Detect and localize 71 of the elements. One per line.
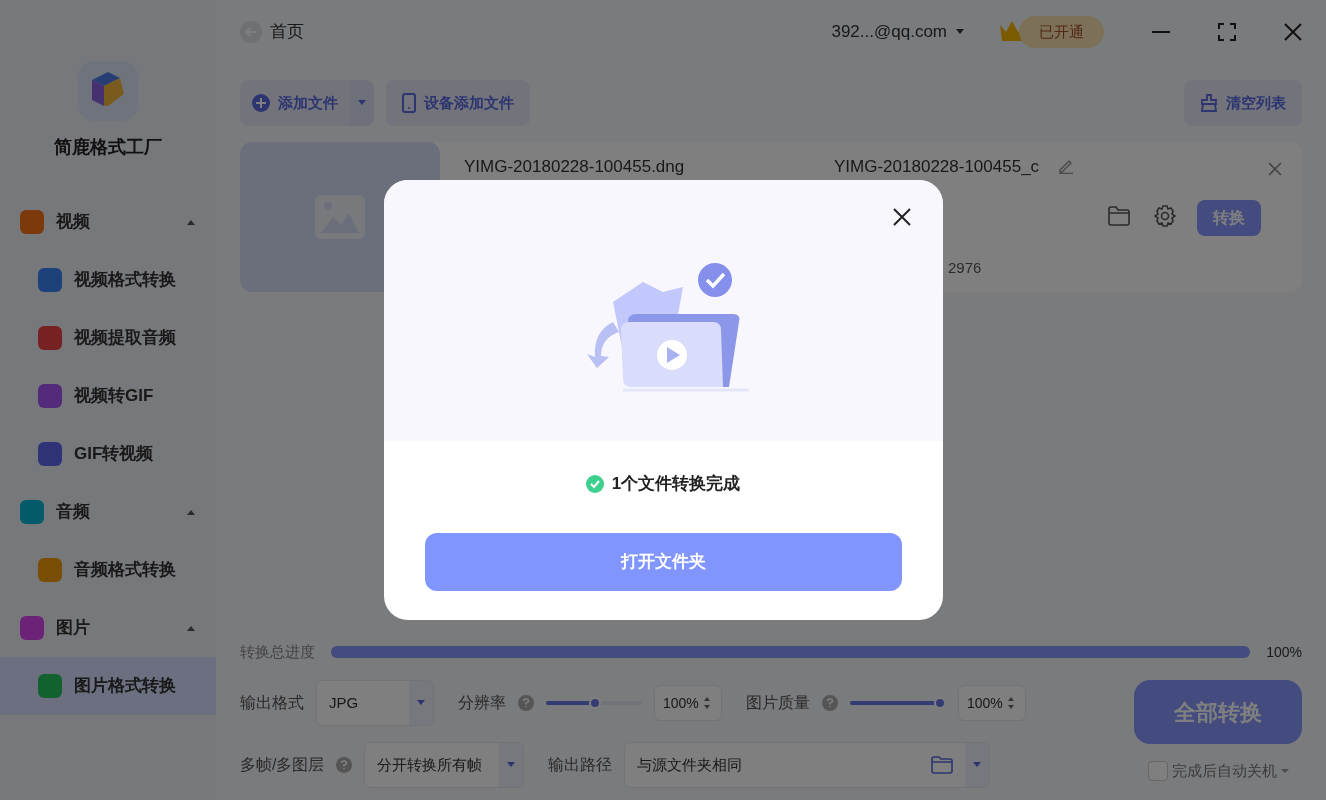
checkbox[interactable] xyxy=(1147,761,1168,782)
collapse-caret-icon xyxy=(186,625,196,631)
clear-list-button[interactable]: 清空列表 xyxy=(1184,80,1302,126)
frames-select[interactable]: 分开转换所有帧 xyxy=(364,742,525,788)
feature-icon xyxy=(38,268,62,292)
stepper-icon[interactable] xyxy=(702,696,711,710)
sidebar-item[interactable]: 视频转GIF xyxy=(0,367,216,425)
stepper-icon[interactable] xyxy=(1006,696,1015,710)
sidebar-group[interactable]: 音频 xyxy=(0,483,216,541)
output-path-field[interactable]: 与源文件夹相同 xyxy=(624,742,991,788)
open-folder-button[interactable]: 打开文件夹 xyxy=(424,532,902,591)
sidebar-item[interactable]: 音频格式转换 xyxy=(0,541,216,599)
help-icon xyxy=(336,757,353,773)
folder-icon[interactable] xyxy=(1108,206,1130,226)
app-logo xyxy=(77,60,139,122)
setting-label: 多帧/多图层 xyxy=(240,755,325,775)
caret-icon xyxy=(955,29,965,35)
format-select[interactable]: JPG xyxy=(316,680,434,726)
add-file-menu-button[interactable] xyxy=(350,80,374,126)
sidebar-item[interactable]: 视频提取音频 xyxy=(0,309,216,367)
add-icon xyxy=(252,94,270,112)
help-icon xyxy=(518,695,534,711)
collapse-caret-icon xyxy=(186,509,196,515)
progress-reading: 100% xyxy=(1266,643,1302,662)
setting-label: 分辨率 xyxy=(458,693,506,713)
sidebar-item[interactable]: 图片格式转换 xyxy=(0,657,216,715)
feature-icon xyxy=(38,442,62,466)
maximize-icon[interactable] xyxy=(1218,23,1236,41)
app-name: 简鹿格式工厂 xyxy=(54,136,162,159)
sidebar-group[interactable]: 视频 xyxy=(0,193,216,251)
setting-label: 输出路径 xyxy=(548,755,613,775)
vip-badge[interactable]: 已开通 xyxy=(1019,16,1104,48)
dropdown-caret-icon xyxy=(416,700,426,706)
file-name: YIMG-20180228-100455.dng xyxy=(464,156,685,178)
phone-icon xyxy=(402,93,416,113)
sidebar-group[interactable]: 图片 xyxy=(0,599,216,657)
feature-icon xyxy=(38,384,62,408)
folder-icon xyxy=(931,756,954,774)
category-icon xyxy=(20,210,44,234)
collapse-caret-icon xyxy=(186,219,196,225)
category-icon xyxy=(20,500,44,524)
success-check-icon xyxy=(585,474,604,493)
progress-label: 转换总进度 xyxy=(240,641,315,662)
edit-icon[interactable] xyxy=(1058,158,1074,174)
slider[interactable] xyxy=(546,697,642,709)
feature-icon xyxy=(38,326,62,350)
device-add-button[interactable]: 设备添加文件 xyxy=(386,80,530,126)
output-file-name: YIMG-20180228-100455_c xyxy=(834,156,1040,178)
dropdown-caret-icon xyxy=(972,762,983,768)
number-field[interactable]: 100% xyxy=(958,685,1026,721)
file-detail: 2976 xyxy=(948,258,982,278)
sidebar-item[interactable]: GIF转视频 xyxy=(0,425,216,483)
number-field[interactable]: 100% xyxy=(654,685,722,721)
feature-icon xyxy=(38,558,62,582)
category-icon xyxy=(20,616,44,640)
broom-icon xyxy=(1200,94,1218,112)
home-link[interactable]: 首页 xyxy=(270,19,304,45)
auto-shutdown-label: 完成后自动关机 xyxy=(1171,761,1277,781)
setting-label: 图片质量 xyxy=(746,693,810,713)
dropdown-caret-icon xyxy=(506,762,517,768)
completion-message: 1个文件转换完成 xyxy=(611,473,741,495)
slider[interactable] xyxy=(850,697,946,709)
setting-label: 输出格式 xyxy=(240,693,304,713)
settings-icon[interactable] xyxy=(1154,205,1176,227)
dropdown-caret-icon xyxy=(357,100,367,106)
account-menu[interactable]: 392...@qq.com xyxy=(831,19,965,45)
help-icon xyxy=(822,695,838,711)
feature-icon xyxy=(38,674,62,698)
caret-icon[interactable] xyxy=(1280,768,1289,774)
sidebar-item[interactable]: 视频格式转换 xyxy=(0,251,216,309)
close-icon[interactable] xyxy=(892,208,911,226)
